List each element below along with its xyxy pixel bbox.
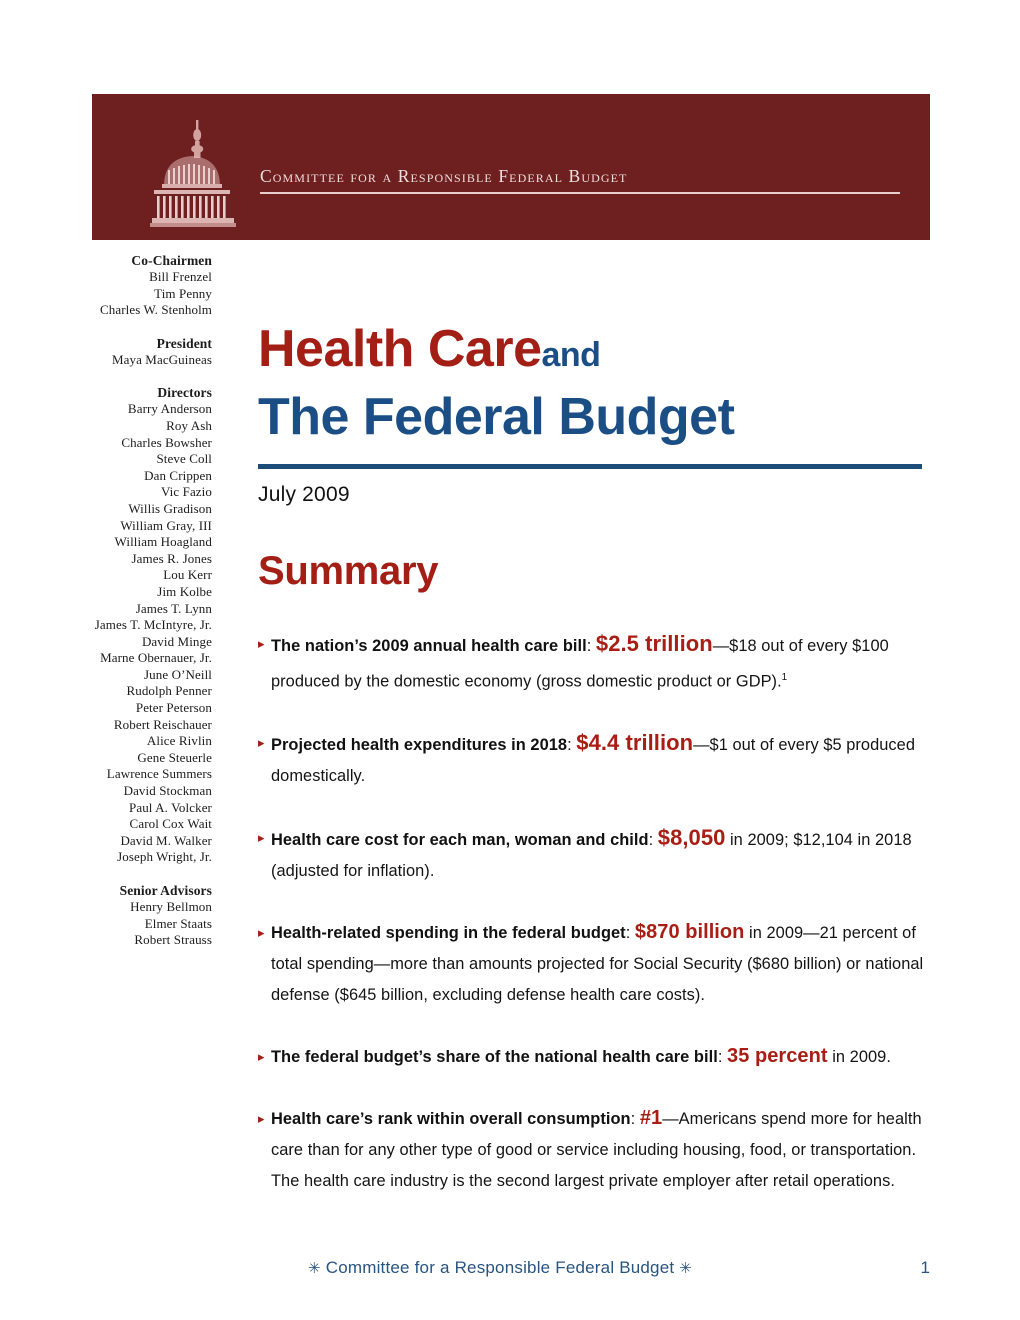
footnote-marker: 1 <box>781 672 788 683</box>
sidebar-name: James R. Jones <box>131 550 212 566</box>
title-line1-and: and <box>541 336 601 374</box>
list-item: ▸ The nation’s 2009 annual health care bi… <box>258 628 930 697</box>
bullet-stat: #1 <box>639 1107 663 1130</box>
sidebar-name: Willis Gradison <box>128 500 212 516</box>
sidebar-group-senior-advisors: Senior Advisors Henry Bellmon Elmer Staa… <box>60 882 212 949</box>
sidebar-group-directors: Directors Barry Anderson Roy Ash Charles… <box>60 384 212 866</box>
sidebar-name: Dan Crippen <box>144 467 212 483</box>
sidebar-name: Jim Kolbe <box>157 583 212 599</box>
sidebar-name: Peter Peterson <box>135 700 212 716</box>
sidebar-group-heading: Senior Advisors <box>119 883 212 898</box>
header-banner: Committee for a Responsible Federal Budg… <box>92 94 930 240</box>
sidebar-name: Robert Strauss <box>134 932 212 948</box>
sidebar-name: William Gray, III <box>120 517 212 533</box>
bullet-colon: : <box>717 1048 728 1067</box>
bullet-colon: : <box>630 1110 640 1129</box>
bullet-colon: : <box>625 924 635 943</box>
banner-logotype: Committee for a Responsible Federal Budg… <box>260 166 900 194</box>
sidebar-group-president: President Maya MacGuineas <box>60 335 212 369</box>
organization-name: Committee for a Responsible Federal Budg… <box>260 166 628 186</box>
board-sidebar: Co-Chairmen Bill Frenzel Tim Penny Charl… <box>60 252 212 965</box>
capitol-dome-icon <box>134 114 244 234</box>
summary-bullet-list: ▸ The nation’s 2009 annual health care bi… <box>258 628 930 1197</box>
list-item: ▸ Health-related spending in the federal … <box>258 917 930 1011</box>
title-divider <box>258 464 922 469</box>
bullet-triangle-icon: ▸ <box>258 830 265 846</box>
sidebar-name: David M. Walker <box>120 832 212 848</box>
sidebar-group-heading: Directors <box>157 385 212 401</box>
bullet-lead: The federal budget’s share of the nation… <box>271 1048 718 1067</box>
sidebar-name: Paul A. Volcker <box>129 799 212 815</box>
list-item: ▸ The federal budget’s share of the natio… <box>258 1041 930 1073</box>
bullet-triangle-icon: ▸ <box>258 1049 265 1065</box>
sidebar-name: Carol Cox Wait <box>129 816 212 832</box>
sidebar-name: Lawrence Summers <box>106 766 212 782</box>
sidebar-group-heading: Co-Chairmen <box>131 253 212 268</box>
bullet-lead: Health care’s rank within overall consum… <box>271 1110 631 1129</box>
bullet-triangle-icon: ▸ <box>258 735 265 751</box>
title-line2: The Federal Budget <box>258 388 735 446</box>
bullet-lead: Health-related spending in the federal b… <box>271 924 626 943</box>
sidebar-name: Vic Fazio <box>160 484 212 500</box>
sidebar-group-heading: President <box>156 335 212 351</box>
list-item: ▸ Health care cost for each man, woman an… <box>258 822 930 887</box>
sidebar-name: Maya MacGuineas <box>111 351 212 367</box>
banner-divider <box>260 191 900 194</box>
footer-text-group: ✳ Committee for a Responsible Federal Bu… <box>308 1258 692 1278</box>
sidebar-name: Lou Kerr <box>163 567 212 583</box>
sidebar-name: Elmer Staats <box>144 915 212 931</box>
sidebar-name: Bill Frenzel <box>149 269 212 284</box>
asterisk-icon: ✳ <box>308 1260 321 1277</box>
sidebar-name: June O’Neill <box>144 666 212 682</box>
sidebar-name: James T. McIntyre, Jr. <box>94 617 212 633</box>
bullet-stat: $2.5 trillion <box>595 631 713 656</box>
list-item: ▸ Health care’s rank within overall consu… <box>258 1103 930 1197</box>
sidebar-name: Roy Ash <box>166 417 212 433</box>
sidebar-name: Marne Obernauer, Jr. <box>100 650 212 666</box>
bullet-triangle-icon: ▸ <box>258 636 265 651</box>
sidebar-name: Charles Bowsher <box>121 434 212 450</box>
bullet-stat: 35 percent <box>727 1045 828 1068</box>
bullet-colon: : <box>648 831 658 850</box>
bullet-lead: Health care cost for each man, woman and… <box>271 831 649 850</box>
sidebar-name: David Stockman <box>123 783 212 799</box>
sidebar-name: David Minge <box>141 633 212 649</box>
bullet-stat: $870 billion <box>634 921 745 944</box>
asterisk-icon: ✳ <box>679 1260 693 1277</box>
bullet-triangle-icon: ▸ <box>258 925 265 941</box>
bullet-colon: : <box>586 637 596 655</box>
bullet-colon: : <box>567 736 577 755</box>
page-title: Health Careand The Federal Budget <box>258 318 930 448</box>
section-heading-summary: Summary <box>258 549 439 593</box>
sidebar-name: Gene Steuerle <box>137 749 212 765</box>
sidebar-name: Joseph Wright, Jr. <box>117 849 212 865</box>
sidebar-group-co-chairmen: Co-Chairmen Bill Frenzel Tim Penny Charl… <box>60 252 212 319</box>
sidebar-name: Steve Coll <box>156 451 212 467</box>
sidebar-name: Rudolph Penner <box>126 683 212 699</box>
publication-date: July 2009 <box>258 483 350 506</box>
bullet-lead: Projected health expenditures in 2018 <box>271 736 568 755</box>
bullet-stat: $4.4 trillion <box>576 730 694 756</box>
sidebar-name: Alice Rivlin <box>146 733 212 749</box>
sidebar-name: James T. Lynn <box>135 600 212 616</box>
list-item: ▸ Projected health expenditures in 2018: … <box>258 727 930 792</box>
sidebar-name: Tim Penny <box>154 285 212 301</box>
title-line1-red: Health Care <box>258 320 542 378</box>
bullet-rest: in 2009. <box>827 1048 891 1067</box>
sidebar-name: Barry Anderson <box>127 401 212 417</box>
bullet-stat: $8,050 <box>657 825 726 851</box>
sidebar-name: Robert Reischauer <box>113 716 212 732</box>
footer-organization: Committee for a Responsible Federal Budg… <box>325 1258 675 1277</box>
bullet-lead: The nation’s 2009 annual health care bil… <box>271 637 587 655</box>
sidebar-name: Henry Bellmon <box>130 899 212 914</box>
main-content: Health Careand The Federal Budget July 2… <box>258 318 930 1227</box>
sidebar-name: William Hoagland <box>114 534 212 550</box>
bullet-triangle-icon: ▸ <box>258 1111 265 1127</box>
page-number: 1 <box>920 1258 930 1277</box>
sidebar-name: Charles W. Stenholm <box>99 302 212 318</box>
